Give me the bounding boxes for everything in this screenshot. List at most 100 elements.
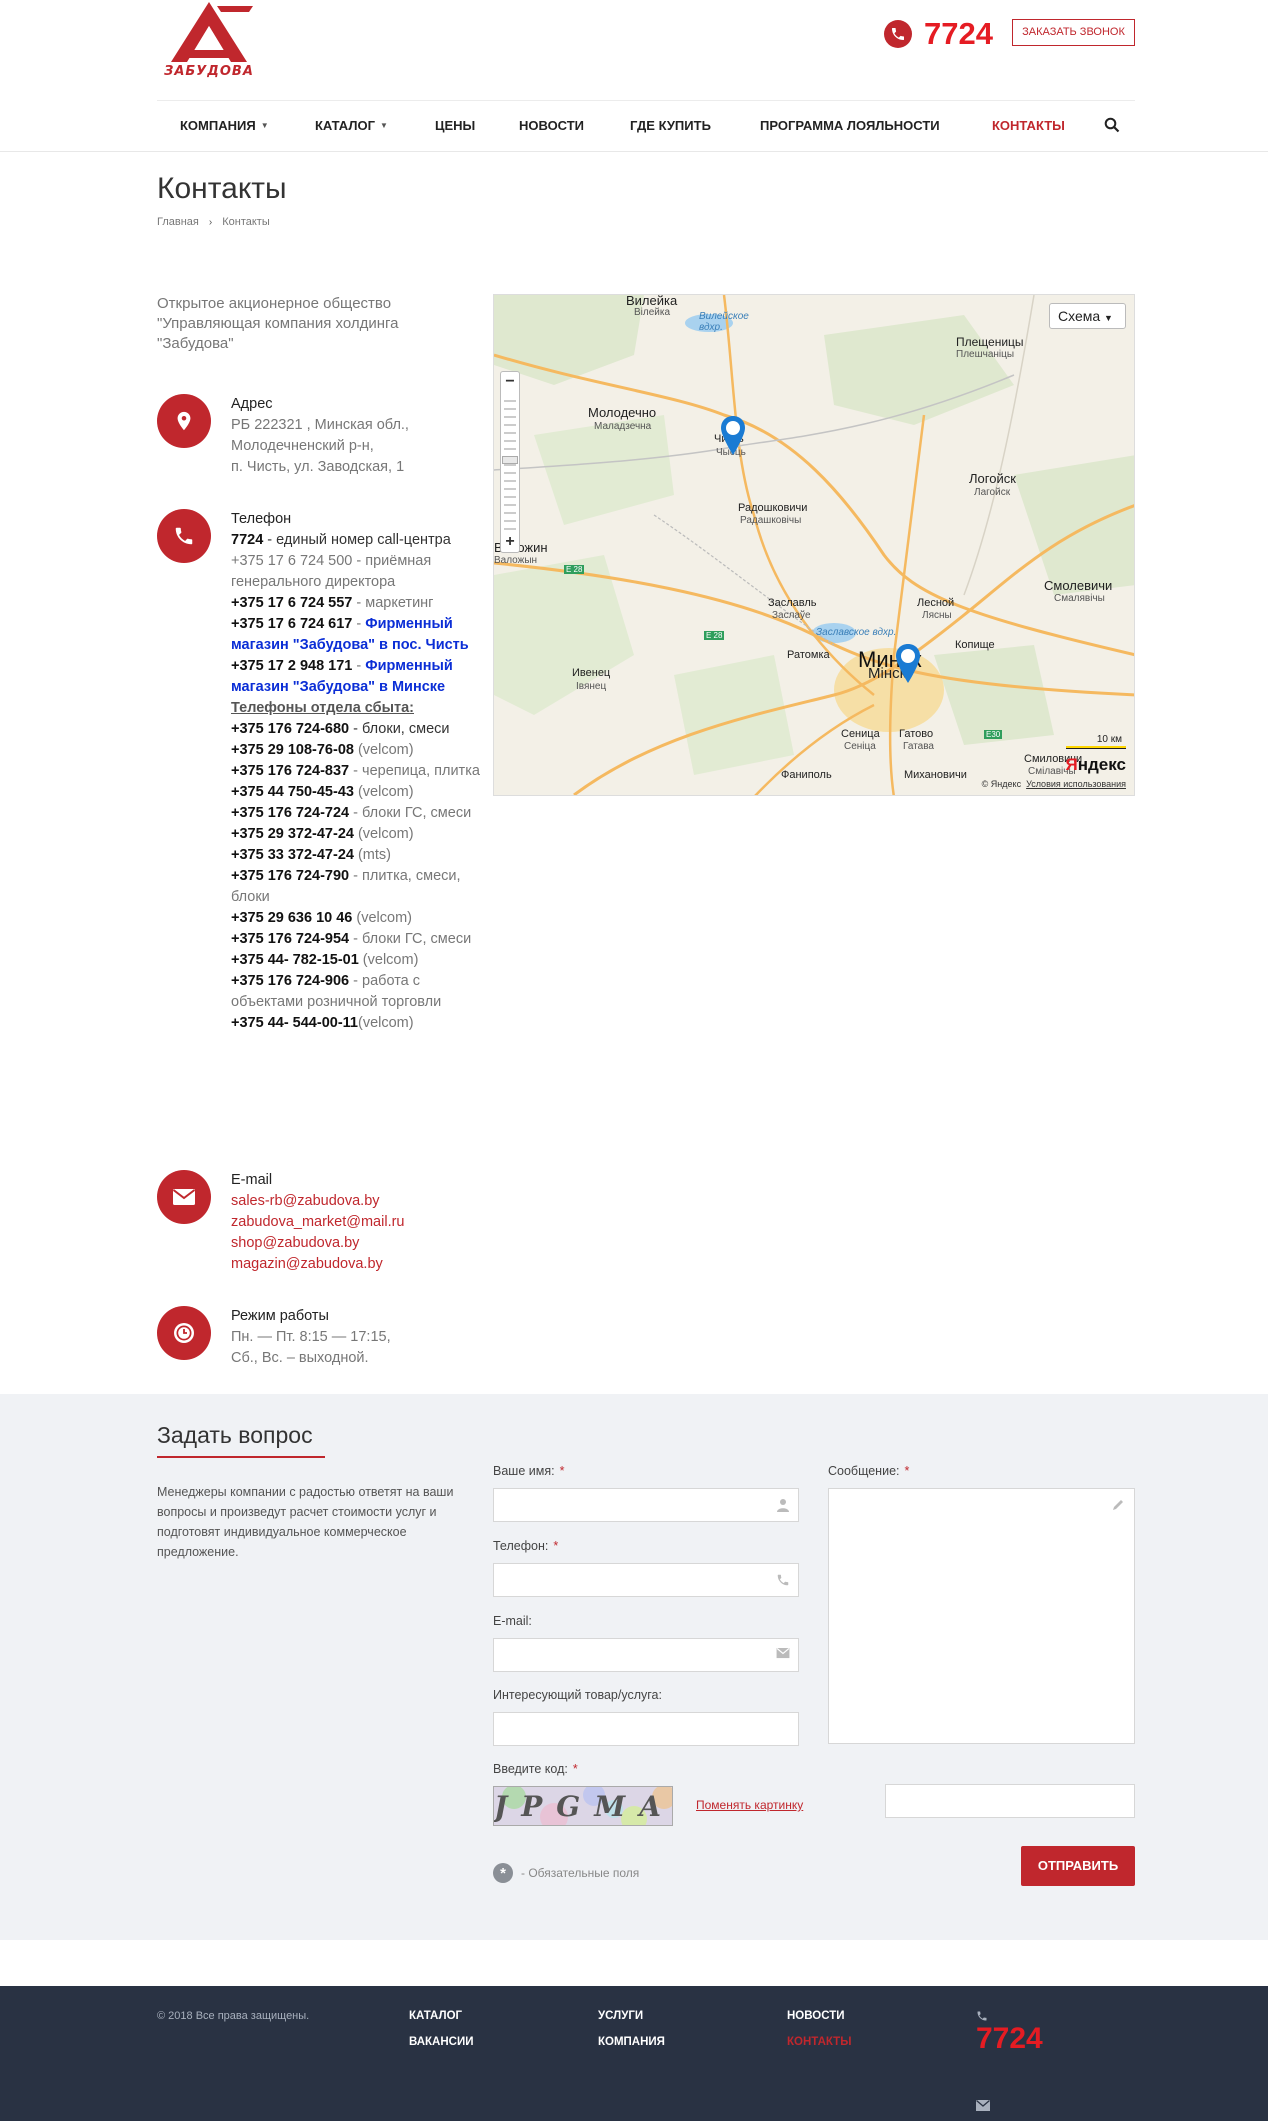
email-input[interactable] <box>493 1638 799 1672</box>
phone-entry: +375 17 6 724 617 - Фирменный магазин "З… <box>231 616 469 653</box>
map-label-city-sub: Плешчаніцы <box>956 349 1015 360</box>
zoom-in-icon[interactable]: + <box>501 534 519 552</box>
form-description: Менеджеры компании с радостью ответят на… <box>157 1485 454 1559</box>
map-label-city-sub: Лясны <box>922 610 952 621</box>
yandex-map[interactable]: Вилейка Вілейка Вилейское вдхр. Плещениц… <box>493 294 1135 796</box>
zoom-slider[interactable] <box>504 394 516 534</box>
captcha-image: JPGMA <box>493 1786 673 1826</box>
message-label: Сообщение: * <box>828 1464 910 1478</box>
chevron-right-icon: › <box>208 216 213 228</box>
hours-title: Режим работы <box>231 1308 329 1324</box>
map-label-city: Ивенец <box>572 667 611 679</box>
map-label-city-sub: Валожын <box>494 555 538 566</box>
map-label-city: Радошковичи <box>738 502 808 514</box>
breadcrumb-current: Контакты <box>222 216 270 228</box>
email-link[interactable]: shop@zabudova.by <box>231 1233 481 1254</box>
map-label-city: Сеница <box>841 728 880 740</box>
required-note: * - Обязательные поля <box>493 1863 639 1883</box>
logo-text: ЗАБУДОВА <box>164 64 254 79</box>
search-icon[interactable] <box>1104 117 1120 133</box>
sales-entry: +375 33 372-47-24 (mts) <box>231 847 391 863</box>
hours-line: Сб., Вс. – выходной. <box>231 1350 369 1366</box>
nav-item-company[interactable]: КОМПАНИЯ ▼ <box>180 118 269 133</box>
footer-link-vacancies[interactable]: ВАКАНСИИ <box>409 2036 474 2048</box>
user-icon <box>777 1499 789 1512</box>
map-marker-icon[interactable] <box>894 643 922 685</box>
chevron-down-icon: ▼ <box>379 121 388 130</box>
phone-icon <box>977 2011 987 2021</box>
zoom-handle[interactable] <box>502 456 518 464</box>
message-textarea[interactable] <box>828 1488 1135 1744</box>
phone-body: Телефон 7724 - единый номер call-центра … <box>231 509 481 1034</box>
logo-mark-icon <box>171 2 253 62</box>
header-phone-number: 7724 <box>924 16 993 51</box>
map-label-city-sub: Івянец <box>576 681 607 692</box>
footer-link-services[interactable]: УСЛУГИ <box>598 2010 643 2022</box>
email-title: E-mail <box>231 1172 273 1188</box>
product-input[interactable] <box>493 1712 799 1746</box>
breadcrumb-home[interactable]: Главная <box>157 216 199 228</box>
phone-entry: 7724 - единый номер call-центра <box>231 532 451 548</box>
map-background <box>494 295 1134 795</box>
nav-item-catalog[interactable]: КАТАЛОГ ▼ <box>315 118 388 133</box>
captcha-input[interactable] <box>885 1784 1135 1818</box>
clock-icon <box>157 1306 211 1360</box>
nav-item-where-to-buy[interactable]: ГДЕ КУПИТЬ <box>630 118 711 133</box>
address-title: Адрес <box>231 396 273 412</box>
footer-link-news[interactable]: НОВОСТИ <box>787 2010 845 2022</box>
zoom-out-icon[interactable]: − <box>501 374 519 392</box>
sales-entry: +375 44 750-45-43 (velcom) <box>231 784 414 800</box>
product-label: Интересующий товар/услуга: <box>493 1688 662 1702</box>
email-link[interactable]: magazin@zabudova.by <box>231 1254 481 1275</box>
envelope-icon <box>976 2100 990 2111</box>
footer-phone[interactable]: 7724 <box>976 2022 1043 2056</box>
zoom-control[interactable]: − + <box>500 371 520 553</box>
map-label-city-sub: Радашковічы <box>740 515 802 526</box>
callback-button[interactable]: ЗАКАЗАТЬ ЗВОНОК <box>1012 19 1135 46</box>
company-name: Открытое акционерное общество "Управляющ… <box>157 295 399 352</box>
asterisk-icon: * <box>493 1863 513 1883</box>
footer-link-contacts[interactable]: КОНТАКТЫ <box>787 2036 851 2048</box>
map-label-city-sub: Заслаўе <box>772 610 811 621</box>
sales-title: Телефоны отдела сбыта: <box>231 700 414 716</box>
map-type-dropdown[interactable]: Схема ▼ <box>1049 303 1126 329</box>
map-terms-link[interactable]: Условия использования <box>1026 779 1126 789</box>
form-title-underline <box>157 1456 325 1458</box>
address-line: РБ 222321 , Минская обл., <box>231 417 409 433</box>
nav-item-news[interactable]: НОВОСТИ <box>519 118 584 133</box>
footer-link-company[interactable]: КОМПАНИЯ <box>598 2036 665 2048</box>
nav-item-prices[interactable]: ЦЕНЫ <box>435 118 475 133</box>
captcha-label: Введите код: * <box>493 1762 578 1776</box>
footer-link-catalog[interactable]: КАТАЛОГ <box>409 2010 462 2022</box>
email-link[interactable]: sales-rb@zabudova.by <box>231 1191 481 1212</box>
hours-body: Режим работы Пн. — Пт. 8:15 — 17:15, Сб.… <box>231 1306 481 1369</box>
road-sign: E 28 <box>704 631 725 640</box>
change-captcha-link[interactable]: Поменять картинку <box>696 1798 803 1812</box>
email-link[interactable]: zabudova_market@mail.ru <box>231 1212 481 1233</box>
envelope-icon <box>776 1648 790 1659</box>
logo[interactable]: ЗАБУДОВА <box>157 0 261 80</box>
map-label-city-sub: Вілейка <box>634 307 671 318</box>
phone-input[interactable] <box>493 1563 799 1597</box>
header-phone[interactable]: 7724 <box>884 16 993 52</box>
map-marker-icon[interactable] <box>719 415 747 457</box>
phone-entry: +375 17 2 948 171 - Фирменный магазин "З… <box>231 658 453 695</box>
name-input[interactable] <box>493 1488 799 1522</box>
site-footer: © 2018 Все права защищены. КАТАЛОГ ВАКАН… <box>0 1986 1268 2121</box>
map-label-city: Плещеницы <box>956 335 1024 349</box>
map-pin-icon <box>157 394 211 448</box>
submit-button[interactable]: ОТПРАВИТЬ <box>1021 1846 1135 1886</box>
sales-entry: +375 176 724-680 - блоки, смеси <box>231 721 450 737</box>
map-label-city: Гатово <box>899 728 934 740</box>
nav-item-contacts[interactable]: КОНТАКТЫ <box>992 118 1065 133</box>
nav-item-loyalty[interactable]: ПРОГРАММА ЛОЯЛЬНОСТИ <box>760 118 940 133</box>
yandex-logo[interactable]: Яндекс <box>1066 755 1126 775</box>
sales-entry: +375 29 372-47-24 (velcom) <box>231 826 414 842</box>
phone-icon <box>777 1574 789 1586</box>
map-label-city: Молодечно <box>588 405 657 420</box>
phone-icon <box>157 509 211 563</box>
map-label-city: Смолевичи <box>1044 578 1113 593</box>
map-copyright: © Яндекс Условия использования <box>981 779 1126 789</box>
road-sign: E 28 <box>564 565 585 574</box>
page-title: Контакты <box>157 172 287 205</box>
